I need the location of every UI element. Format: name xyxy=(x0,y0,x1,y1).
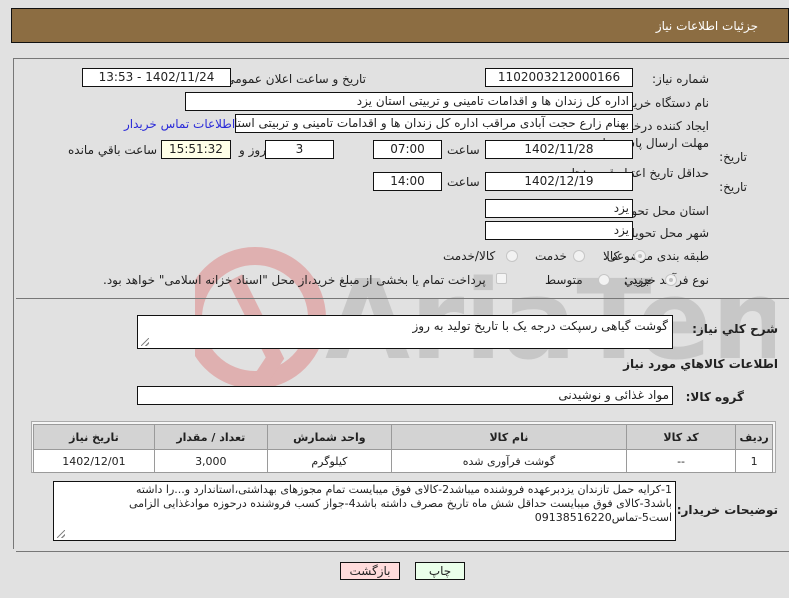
table-row: 1 -- گوشت فرآوری شده کیلوگرم 3,000 1402/… xyxy=(33,449,773,473)
table-header-row: رديف کد کالا نام کالا واحد شمارش تعداد /… xyxy=(33,424,773,450)
footer-divider xyxy=(16,551,789,552)
goods-group-field: مواد غذائی و نوشیدنی xyxy=(137,386,673,405)
cell-unit: کیلوگرم xyxy=(266,449,393,473)
treasury-text: پرداخت تمام یا بخشی از مبلغ خرید،از محل … xyxy=(103,273,486,287)
cell-code: -- xyxy=(625,449,737,473)
buyer-notes-line: است5-تماس09138516220 xyxy=(534,511,672,524)
col-goods-name: نام کالا xyxy=(391,424,627,450)
goods-group-label: گروه کالا: xyxy=(685,390,744,404)
goods-section-title: اطلاعات کالاهاي مورد نياز xyxy=(623,357,778,371)
category-radio-goods-service[interactable] xyxy=(506,250,518,262)
buyer-notes-line: باشد3-کالای فوق میبایست حداقل شش ماه تار… xyxy=(129,497,672,510)
need-number-field: 1102003212000166 xyxy=(485,68,633,87)
divider xyxy=(16,298,789,299)
process-radio-medium[interactable] xyxy=(598,274,610,286)
price-validity-label-2: تاریخ: xyxy=(719,180,747,194)
category-option-service: خدمت xyxy=(535,249,567,263)
items-table: رديف کد کالا نام کالا واحد شمارش تعداد /… xyxy=(33,424,773,473)
announce-date-field: 1402/11/24 - 13:53 xyxy=(82,68,231,87)
back-button[interactable]: بازگشت xyxy=(340,562,400,580)
cell-quantity: 3,000 xyxy=(153,449,268,473)
print-button[interactable]: چاپ xyxy=(415,562,465,580)
category-option-goods: کالا xyxy=(603,249,620,263)
description-label: شرح کلي نياز: xyxy=(692,322,778,336)
city-label: شهر محل تحویل: xyxy=(622,226,709,240)
buyer-notes-textarea[interactable]: 1-کرایه حمل تازندان یزدبرعهده فروشنده می… xyxy=(53,481,676,541)
resize-grip-icon[interactable] xyxy=(141,338,149,346)
deadline-date-field: 1402/11/28 xyxy=(485,140,633,159)
col-need-date: تاريخ نياز xyxy=(33,424,155,450)
buyer-contact-link[interactable]: اطلاعات تماس خریدار xyxy=(124,117,235,131)
deadline-time-field: 07:00 xyxy=(373,140,442,159)
process-option-minor: جزیي xyxy=(624,273,652,287)
buyer-org-field: اداره کل زندان ها و اقدامات تامینی و ترب… xyxy=(185,92,633,111)
col-unit: واحد شمارش xyxy=(266,424,393,450)
price-validity-time-label: ساعت xyxy=(447,175,480,189)
category-option-goods-service: کالا/خدمت xyxy=(443,249,496,263)
cell-index: 1 xyxy=(735,449,773,473)
price-validity-time-field: 14:00 xyxy=(373,172,442,191)
process-option-medium: متوسط xyxy=(545,273,583,287)
resize-grip-icon[interactable] xyxy=(57,530,65,538)
process-radio-minor[interactable] xyxy=(665,274,677,286)
deadline-label-2: تاریخ: xyxy=(719,150,747,164)
need-number-label: شماره نیاز: xyxy=(652,72,709,86)
description-textarea[interactable]: گوشت گیاهی رسپکت درجه یک با تاریخ تولید … xyxy=(137,315,673,349)
time-remaining-label: ساعت باقي مانده xyxy=(68,143,158,157)
days-remaining-field: 3 xyxy=(265,140,334,159)
creator-field: بهنام زارع حجت آبادی مراقب اداره کل زندا… xyxy=(235,114,633,133)
description-text: گوشت گیاهی رسپکت درجه یک با تاریخ تولید … xyxy=(412,319,669,333)
deadline-time-label: ساعت xyxy=(447,143,480,157)
price-validity-date-field: 1402/12/19 xyxy=(485,172,633,191)
announce-date-label: تاریخ و ساعت اعلان عمومی: xyxy=(221,72,366,86)
page-title: جزئیات اطلاعات نیاز xyxy=(655,19,758,33)
col-quantity: تعداد / مقدار xyxy=(153,424,268,450)
page-header: جزئیات اطلاعات نیاز xyxy=(11,8,789,43)
treasury-checkbox[interactable] xyxy=(496,273,507,284)
cell-date: 1402/12/01 xyxy=(33,449,155,473)
days-and-label: روز و xyxy=(239,143,266,157)
buyer-notes-line: 1-کرایه حمل تازندان یزدبرعهده فروشنده می… xyxy=(136,483,672,496)
col-goods-code: کد کالا xyxy=(625,424,737,450)
cell-name: گوشت فرآوری شده xyxy=(391,449,627,473)
category-radio-goods[interactable] xyxy=(634,250,646,262)
col-row-number: رديف xyxy=(735,424,773,450)
time-remaining-field: 15:51:32 xyxy=(161,140,231,159)
province-field: یزد xyxy=(485,199,633,218)
buyer-notes-label: توضیحات خریدار: xyxy=(676,503,778,517)
city-field: یزد xyxy=(485,221,633,240)
category-radio-service[interactable] xyxy=(573,250,585,262)
